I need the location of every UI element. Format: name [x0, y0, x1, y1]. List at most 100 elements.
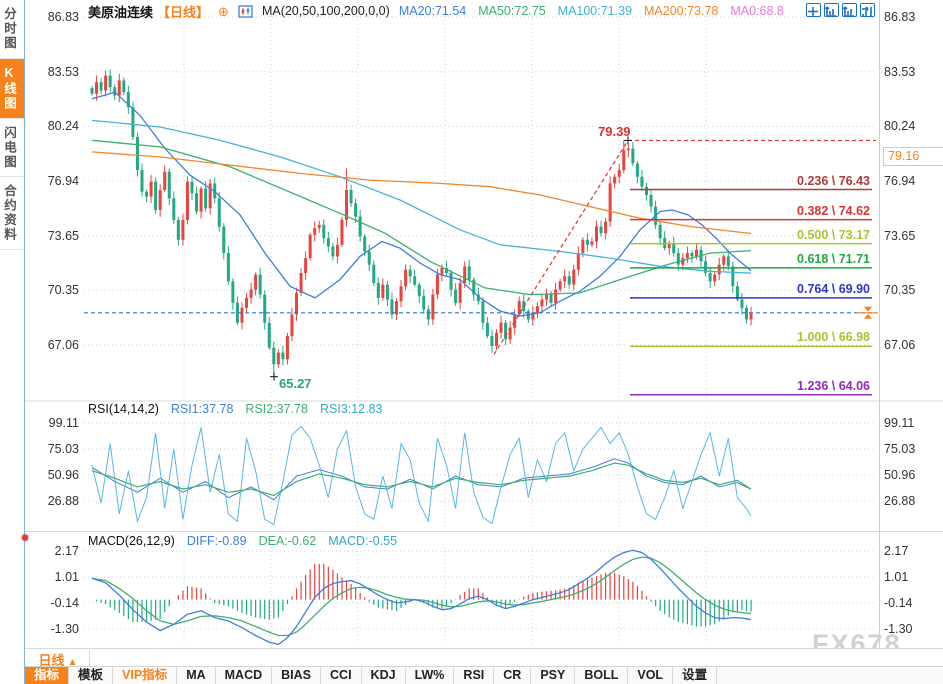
axis-zoom-left-icon[interactable]: [824, 3, 839, 17]
toolbar-button-LW%[interactable]: LW%: [406, 667, 455, 684]
rsi-axis-label-left: 75.03: [28, 441, 79, 457]
price-axis-label-right: 76.94: [884, 173, 942, 189]
macd-dea-line: [92, 557, 751, 635]
axis-zoom-right-icon[interactable]: [842, 3, 857, 17]
period-label[interactable]: 【日线】: [157, 2, 209, 21]
price-axis-label-left: 76.94: [28, 173, 79, 189]
app-root: 分时图K线图闪电图合约资料 美原油连续 【日线】 ⊕ MA(20,50,100,…: [0, 0, 943, 684]
sidebar-item-合约资料[interactable]: 合约资料: [0, 177, 24, 250]
rsi-values: RSI1:37.78 RSI2:37.78 RSI3:12.83: [171, 402, 383, 416]
rsi-title[interactable]: RSI(14,14,2): [88, 402, 159, 416]
rsi-axis-label-right: 99.11: [884, 415, 942, 431]
fib-label: 0.236 \ 76.43: [624, 174, 870, 189]
rsi-value: RSI3:12.83: [320, 402, 383, 416]
trend-line: [494, 140, 628, 354]
macd-axis-label-right: 1.01: [884, 569, 942, 585]
ma-value: MA0:68.8: [730, 4, 784, 18]
price-axis-label-left: 73.65: [28, 228, 79, 244]
toolbar-button-模板[interactable]: 模板: [69, 667, 113, 684]
toolbar-button-BIAS[interactable]: BIAS: [272, 667, 321, 684]
candlestick-chart-icon[interactable]: [238, 5, 253, 18]
rsi-axis-label-right: 50.96: [884, 467, 942, 483]
price-axis-label-left: 86.83: [28, 9, 79, 25]
rsi-axis-label-left: 99.11: [28, 415, 79, 431]
toolbar-button-MACD[interactable]: MACD: [216, 667, 273, 684]
macd-axis-label-left: -1.30: [28, 621, 79, 637]
macd-title[interactable]: MACD(26,12,9): [88, 534, 175, 548]
xaxis-row: 日线▲: [25, 648, 943, 667]
rsi-line-rsi1: [92, 459, 751, 500]
rsi-axis-label-left: 50.96: [28, 467, 79, 483]
macd-axis-label-left: -0.14: [28, 595, 79, 611]
axis-price-tag: 79.16: [883, 147, 943, 166]
price-axis-label-right: 67.06: [884, 337, 942, 353]
crosshair-grid-icon[interactable]: [806, 3, 821, 17]
toolbar-button-MA[interactable]: MA: [177, 667, 215, 684]
macd-values: DIFF:-0.89 DEA:-0.62 MACD:-0.55: [187, 534, 397, 548]
indicator-toolbar: 指标模板VIP指标MAMACDBIASCCIKDJLW%RSICRPSYBOLL…: [25, 666, 943, 684]
ma-value: MA50:72.75: [478, 4, 545, 18]
macd-value: MACD:-0.55: [328, 534, 397, 548]
rsi-axis-label-right: 75.03: [884, 441, 942, 457]
sidebar-item-分时图[interactable]: 分时图: [0, 0, 24, 59]
price-axis-label-right: 86.83: [884, 9, 942, 25]
fib-label: 1.236 \ 64.06: [624, 379, 870, 394]
candles-layer: [91, 69, 753, 374]
sidebar-item-K线图[interactable]: K线图: [0, 59, 24, 119]
sidebar-item-闪电图[interactable]: 闪电图: [0, 119, 24, 178]
macd-axis-label-right: -0.14: [884, 595, 942, 611]
macd-legend: MACD(26,12,9) DIFF:-0.89 DEA:-0.62 MACD:-0…: [88, 534, 397, 548]
window-icons: [806, 3, 875, 17]
toolbar-button-指标[interactable]: 指标: [25, 667, 69, 684]
macd-axis-label-left: 2.17: [28, 543, 79, 559]
macd-value: DEA:-0.62: [259, 534, 317, 548]
macd-axis-label-left: 1.01: [28, 569, 79, 585]
fib-label: 0.618 \ 71.71: [624, 252, 870, 267]
rsi-axis-label-right: 26.88: [884, 493, 942, 509]
pan-right-icon[interactable]: [860, 3, 875, 17]
ma-value: MA200:73.78: [644, 4, 718, 18]
rsi-value: RSI2:37.78: [245, 402, 308, 416]
add-indicator-icon[interactable]: ⊕: [218, 5, 229, 18]
peak-price-annotation: 79.39: [598, 124, 631, 139]
period-selector-button[interactable]: 日线▲: [27, 650, 90, 666]
macd-axis-label-right: -1.30: [884, 621, 942, 637]
ma-legend: MA20:71.54 MA50:72.75 MA100:71.39 MA200:73.…: [399, 4, 784, 18]
toolbar-button-VOL[interactable]: VOL: [628, 667, 673, 684]
price-axis-label-right: 73.65: [884, 228, 942, 244]
toolbar-button-VIP指标[interactable]: VIP指标: [113, 667, 177, 684]
rsi-legend: RSI(14,14,2) RSI1:37.78 RSI2:37.78 RSI3:12…: [88, 402, 383, 416]
pane-settings-icon[interactable]: ✹: [20, 531, 30, 545]
toolbar-button-PSY[interactable]: PSY: [531, 667, 575, 684]
fib-label: 1.000 \ 66.98: [624, 330, 870, 345]
toolbar-button-设置[interactable]: 设置: [673, 667, 717, 684]
toolbar-button-CCI[interactable]: CCI: [321, 667, 362, 684]
swing-low-annotation: 65.27: [279, 376, 312, 391]
rsi-line-rsi2: [92, 463, 751, 495]
macd-value: DIFF:-0.89: [187, 534, 247, 548]
rsi-axis-label-left: 26.88: [28, 493, 79, 509]
symbol-name[interactable]: 美原油连续: [88, 2, 153, 21]
rsi-value: RSI1:37.78: [171, 402, 234, 416]
left-tab-strip: 分时图K线图闪电图合约资料: [0, 0, 25, 684]
toolbar-button-KDJ[interactable]: KDJ: [362, 667, 406, 684]
chart-header: 美原油连续 【日线】 ⊕ MA(20,50,100,200,0,0) MA20:…: [88, 3, 784, 19]
fib-label: 0.382 \ 74.62: [624, 204, 870, 219]
toolbar-button-CR[interactable]: CR: [494, 667, 531, 684]
price-axis-label-right: 80.24: [884, 118, 942, 134]
fib-label: 0.500 \ 73.17: [624, 228, 870, 243]
price-axis-label-right: 70.35: [884, 282, 942, 298]
macd-axis-label-right: 2.17: [884, 543, 942, 559]
price-axis-label-left: 67.06: [28, 337, 79, 353]
ma-value: MA100:71.39: [558, 4, 632, 18]
price-axis-label-left: 70.35: [28, 282, 79, 298]
price-marker-icon: [864, 307, 872, 312]
price-axis-label-left: 80.24: [28, 118, 79, 134]
ma-value: MA20:71.54: [399, 4, 466, 18]
toolbar-button-RSI[interactable]: RSI: [454, 667, 494, 684]
toolbar-button-BOLL[interactable]: BOLL: [575, 667, 628, 684]
macd-diff-line: [92, 550, 751, 644]
price-axis-label-left: 83.53: [28, 64, 79, 80]
fib-label: 0.764 \ 69.90: [624, 282, 870, 297]
ma-settings-label[interactable]: MA(20,50,100,200,0,0): [262, 4, 390, 18]
